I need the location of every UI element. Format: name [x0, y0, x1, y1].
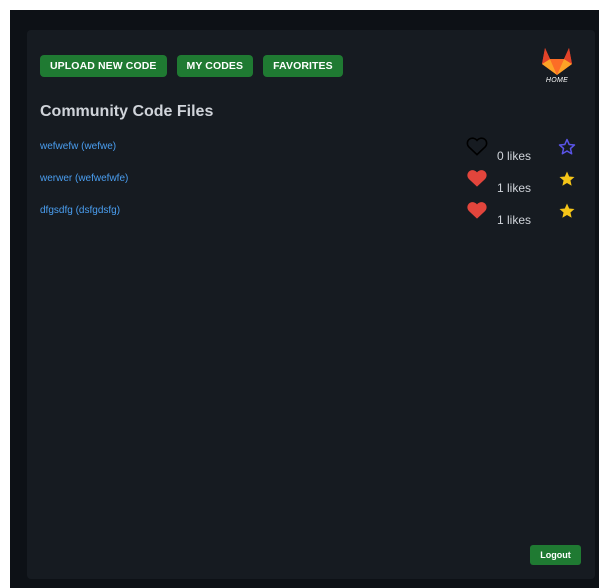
- app-frame: UPLOAD NEW CODE MY CODES FAVORITES HOME …: [10, 10, 599, 588]
- favorite-button[interactable]: [557, 137, 577, 157]
- like-count: 1 likes: [497, 213, 532, 227]
- favorite-button[interactable]: [557, 201, 577, 221]
- top-nav: UPLOAD NEW CODE MY CODES FAVORITES: [40, 55, 343, 77]
- star-outline-icon: [558, 138, 576, 155]
- star-filled-icon: [559, 171, 575, 186]
- list-item: dfgsdfg (dsfgdsfg) 1 likes: [40, 199, 584, 231]
- star-filled-icon: [559, 203, 575, 218]
- like-count: 1 likes: [497, 181, 532, 195]
- like-button[interactable]: [465, 167, 489, 189]
- favorites-button[interactable]: FAVORITES: [263, 55, 343, 77]
- heart-filled-icon: [467, 202, 487, 219]
- list-item: wefwefw (wefwe) 0 likes: [40, 135, 584, 167]
- like-button[interactable]: [465, 199, 489, 221]
- file-link[interactable]: werwer (wefwefwfe): [40, 173, 128, 184]
- my-codes-button[interactable]: MY CODES: [176, 55, 254, 77]
- upload-new-code-button[interactable]: UPLOAD NEW CODE: [40, 55, 167, 77]
- list-item: werwer (wefwefwfe) 1 likes: [40, 167, 584, 199]
- like-button[interactable]: [465, 135, 489, 157]
- heart-outline-icon: [466, 137, 488, 156]
- home-link[interactable]: HOME: [539, 46, 575, 90]
- page-title: Community Code Files: [40, 103, 214, 120]
- like-count: 0 likes: [497, 149, 532, 163]
- file-link[interactable]: dfgsdfg (dsfgdsfg): [40, 205, 120, 216]
- logout-button[interactable]: Logout: [530, 545, 581, 565]
- file-list: wefwefw (wefwe) 0 likes werwer (wefwefwf…: [40, 135, 584, 231]
- file-link[interactable]: wefwefw (wefwe): [40, 141, 116, 152]
- gitlab-fox-icon: [542, 48, 572, 75]
- heart-filled-icon: [467, 170, 487, 187]
- main-panel: UPLOAD NEW CODE MY CODES FAVORITES HOME …: [27, 30, 595, 579]
- favorite-button[interactable]: [557, 169, 577, 189]
- home-label: HOME: [545, 77, 569, 84]
